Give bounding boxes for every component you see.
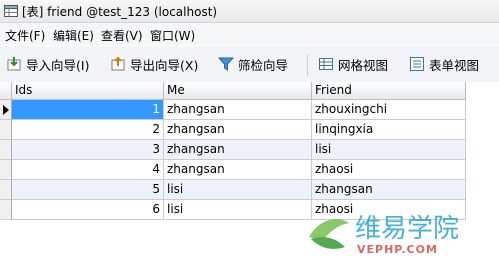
cell-friend[interactable]: zhouxingchi — [312, 100, 466, 120]
cell-me[interactable]: zhangsan — [164, 140, 312, 160]
import-wizard-label: 导入向导(I) — [26, 57, 90, 73]
cell-ids[interactable]: 4 — [12, 160, 164, 180]
table-row[interactable]: 4 zhangsan zhaosi — [0, 160, 466, 180]
column-header-friend[interactable]: Friend — [312, 82, 466, 100]
import-icon — [7, 57, 21, 71]
menu-bar: 文件(F) 编辑(E) 查看(V) 窗口(W) — [0, 23, 499, 45]
column-header-ids[interactable]: Ids — [12, 82, 164, 100]
cell-me[interactable]: lisi — [164, 200, 312, 220]
form-view-icon — [410, 57, 424, 71]
cell-me[interactable]: zhangsan — [164, 160, 312, 180]
menu-edit[interactable]: 编辑(E) — [53, 27, 94, 44]
cell-me[interactable]: lisi — [164, 180, 312, 200]
grid-view-icon — [319, 58, 333, 70]
table-row[interactable]: 3 zhangsan lisi — [0, 140, 466, 160]
menu-file[interactable]: 文件(F) — [5, 27, 45, 44]
window-title: [表] friend @test_123 (localhost) — [22, 5, 218, 19]
title-bar: [表] friend @test_123 (localhost) — [0, 0, 499, 23]
cell-me[interactable]: zhangsan — [164, 120, 312, 140]
column-header-me[interactable]: Me — [164, 82, 312, 100]
row-selector[interactable] — [0, 140, 12, 160]
filter-wizard-label: 筛检向导 — [238, 57, 289, 73]
filter-wizard-button[interactable]: 筛检向导 — [218, 54, 288, 74]
table-row[interactable]: 2 zhangsan linqingxia — [0, 120, 466, 140]
cell-ids[interactable]: 5 — [12, 180, 164, 200]
grid-view-button[interactable]: 网格视图 — [318, 54, 388, 74]
export-icon — [111, 56, 125, 71]
row-selector[interactable] — [0, 180, 12, 200]
row-selector[interactable] — [0, 160, 12, 180]
row-selector[interactable] — [0, 100, 12, 120]
grid-view-label: 网格视图 — [338, 57, 389, 73]
row-selector[interactable] — [0, 120, 12, 140]
toolbar: 导入向导(I) 导出向导(X) 筛检向导 网格视图 表单视图 — [0, 46, 499, 83]
cell-me[interactable]: zhangsan — [164, 100, 312, 120]
export-wizard-label: 导出向导(X) — [130, 57, 199, 73]
cell-friend[interactable]: lisi — [312, 140, 466, 160]
cell-ids[interactable]: 6 — [12, 200, 164, 220]
table-row[interactable]: 1 zhangsan zhouxingchi — [0, 100, 466, 120]
import-wizard-button[interactable]: 导入向导(I) — [6, 54, 89, 74]
cell-friend[interactable]: zhaosi — [312, 160, 466, 180]
filter-icon — [218, 57, 234, 71]
cell-ids[interactable]: 1 — [12, 100, 164, 120]
table-row[interactable]: 5 lisi zhangsan — [0, 180, 466, 200]
export-wizard-button[interactable]: 导出向导(X) — [110, 54, 198, 74]
grid-corner — [0, 82, 12, 100]
cell-friend[interactable]: linqingxia — [312, 120, 466, 140]
toolbar-separator — [307, 54, 308, 76]
menu-window[interactable]: 窗口(W) — [150, 27, 195, 44]
form-view-label: 表单视图 — [429, 57, 480, 73]
cell-friend[interactable]: zhangsan — [312, 180, 466, 200]
table-icon — [4, 5, 18, 17]
row-selector[interactable] — [0, 200, 12, 220]
menu-view[interactable]: 查看(V) — [101, 27, 143, 44]
form-view-button[interactable]: 表单视图 — [409, 54, 479, 74]
current-row-arrow-icon — [3, 105, 9, 115]
watermark-logo: 维易学院 VEPHP.COM — [309, 214, 459, 256]
cell-ids[interactable]: 2 — [12, 120, 164, 140]
watermark-name: 维易学院 — [355, 214, 459, 244]
watermark-site: VEPHP.COM — [357, 243, 438, 256]
cell-ids[interactable]: 3 — [12, 140, 164, 160]
